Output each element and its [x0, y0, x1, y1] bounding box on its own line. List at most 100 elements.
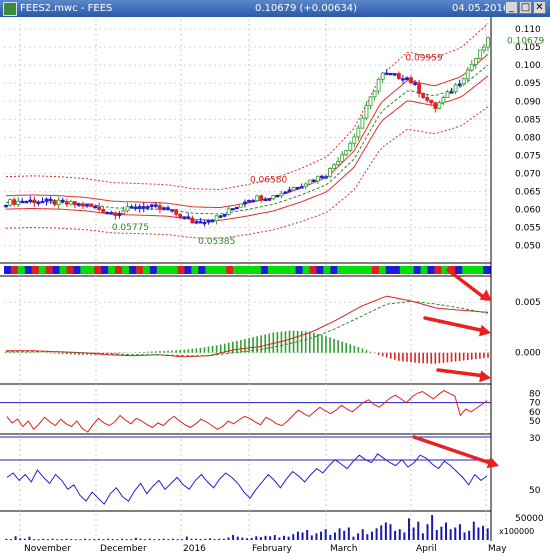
- candle-body: [162, 207, 166, 210]
- candle-body: [36, 201, 41, 205]
- candle-body: [372, 90, 377, 98]
- candle-body: [158, 205, 162, 210]
- candle-body: [64, 201, 69, 205]
- colour-strip-segment: [413, 266, 422, 274]
- volume-bar: [389, 524, 392, 540]
- candle-body: [405, 77, 409, 81]
- candle-body: [473, 58, 478, 65]
- volume-bar: [310, 535, 313, 540]
- candle-body: [40, 200, 45, 204]
- candle-body: [356, 127, 361, 138]
- candle-body: [482, 46, 486, 51]
- colour-strip-segment: [462, 266, 470, 274]
- maximize-button[interactable]: □: [519, 1, 532, 14]
- volume-bar: [269, 536, 272, 540]
- volume-bar: [181, 539, 184, 541]
- volume-bar: [278, 537, 281, 540]
- volume-bar: [241, 537, 244, 540]
- price-tick-label: 0.080: [515, 133, 541, 143]
- candle-body: [206, 219, 211, 223]
- candle-body: [247, 200, 251, 203]
- colour-strip-segment: [420, 266, 429, 274]
- volume-bar: [171, 538, 174, 540]
- volume-bar: [357, 533, 360, 540]
- candle-body: [401, 78, 405, 81]
- volume-bar: [232, 535, 235, 540]
- colour-strip-segment: [205, 266, 213, 274]
- price-tick-label: 0.095: [515, 79, 541, 89]
- candle-body: [461, 78, 466, 85]
- price-tick-label: 0.100: [515, 61, 541, 71]
- candle-body: [348, 142, 353, 151]
- colour-strip-segment: [295, 266, 304, 274]
- candle-body: [109, 212, 114, 215]
- volume-bar: [343, 530, 346, 540]
- colour-strip-segment: [73, 266, 81, 274]
- candle-body: [16, 200, 21, 205]
- colour-strip-segment: [233, 266, 241, 274]
- volume-bar: [116, 539, 119, 541]
- volume-bar: [306, 530, 309, 540]
- candle-body: [332, 164, 336, 169]
- macd-tick-label: 0.000: [515, 349, 541, 359]
- candle-body: [255, 195, 260, 201]
- volume-bar: [46, 539, 49, 541]
- colour-strip-segment: [10, 266, 19, 274]
- price-tick-label: 0.065: [515, 188, 541, 198]
- colour-strip-segment: [94, 266, 102, 274]
- volume-bar: [255, 536, 258, 540]
- volume-bar: [408, 518, 410, 540]
- candle-body: [328, 168, 332, 178]
- close-button[interactable]: ✕: [533, 1, 546, 14]
- last-price-label: 0.10679: [507, 37, 544, 47]
- volume-bar: [84, 538, 86, 540]
- colour-strip-segment: [80, 266, 88, 274]
- volume-bar: [454, 527, 457, 540]
- title-bar[interactable]: FEES2.mwc - FEES 0.10679 (+0.00634) 04.0…: [0, 0, 550, 17]
- candle-body: [384, 72, 389, 75]
- candle-body: [8, 199, 12, 206]
- colour-strip-segment: [330, 266, 338, 274]
- candle-body: [344, 149, 349, 156]
- volume-bar: [250, 537, 253, 540]
- volume-bar: [458, 524, 461, 540]
- volume-bar: [97, 538, 100, 540]
- candle-body: [380, 72, 385, 80]
- colour-strip-segment: [142, 266, 151, 274]
- candle-body: [449, 91, 454, 94]
- candle-body: [202, 221, 207, 225]
- candle-body: [141, 206, 146, 209]
- candle-body: [417, 83, 422, 94]
- month-label: 2016: [183, 544, 206, 554]
- colour-strip-segment: [128, 266, 137, 274]
- candle-body: [441, 97, 446, 104]
- candle-body: [275, 194, 280, 198]
- candle-body: [465, 69, 470, 80]
- price-annotation: 0.09959: [405, 54, 442, 64]
- price-tick-label: 0.090: [515, 97, 541, 107]
- candle-body: [271, 194, 276, 200]
- month-label: March: [330, 544, 357, 554]
- colour-strip-segment: [4, 266, 12, 274]
- candle-body: [186, 216, 191, 219]
- colour-strip-segment: [378, 266, 387, 274]
- candle-body: [263, 198, 268, 202]
- price-annotation: 0.05385: [198, 237, 235, 247]
- colour-strip-segment: [149, 266, 158, 274]
- volume-bar: [468, 530, 471, 540]
- volume-bar: [204, 538, 207, 540]
- volume-bar: [329, 535, 332, 540]
- volume-bar: [264, 535, 267, 540]
- volume-bar: [111, 539, 114, 541]
- volume-bar: [74, 539, 77, 541]
- candle-body: [421, 92, 426, 98]
- volume-bar: [445, 522, 448, 540]
- minimize-button[interactable]: _: [505, 1, 518, 14]
- colour-strip-segment: [170, 266, 179, 274]
- candle-body: [68, 201, 73, 205]
- volume-bar: [435, 530, 438, 540]
- volume-bar: [208, 538, 211, 540]
- candle-body: [486, 37, 490, 48]
- candle-body: [226, 208, 231, 215]
- candle-body: [234, 206, 239, 210]
